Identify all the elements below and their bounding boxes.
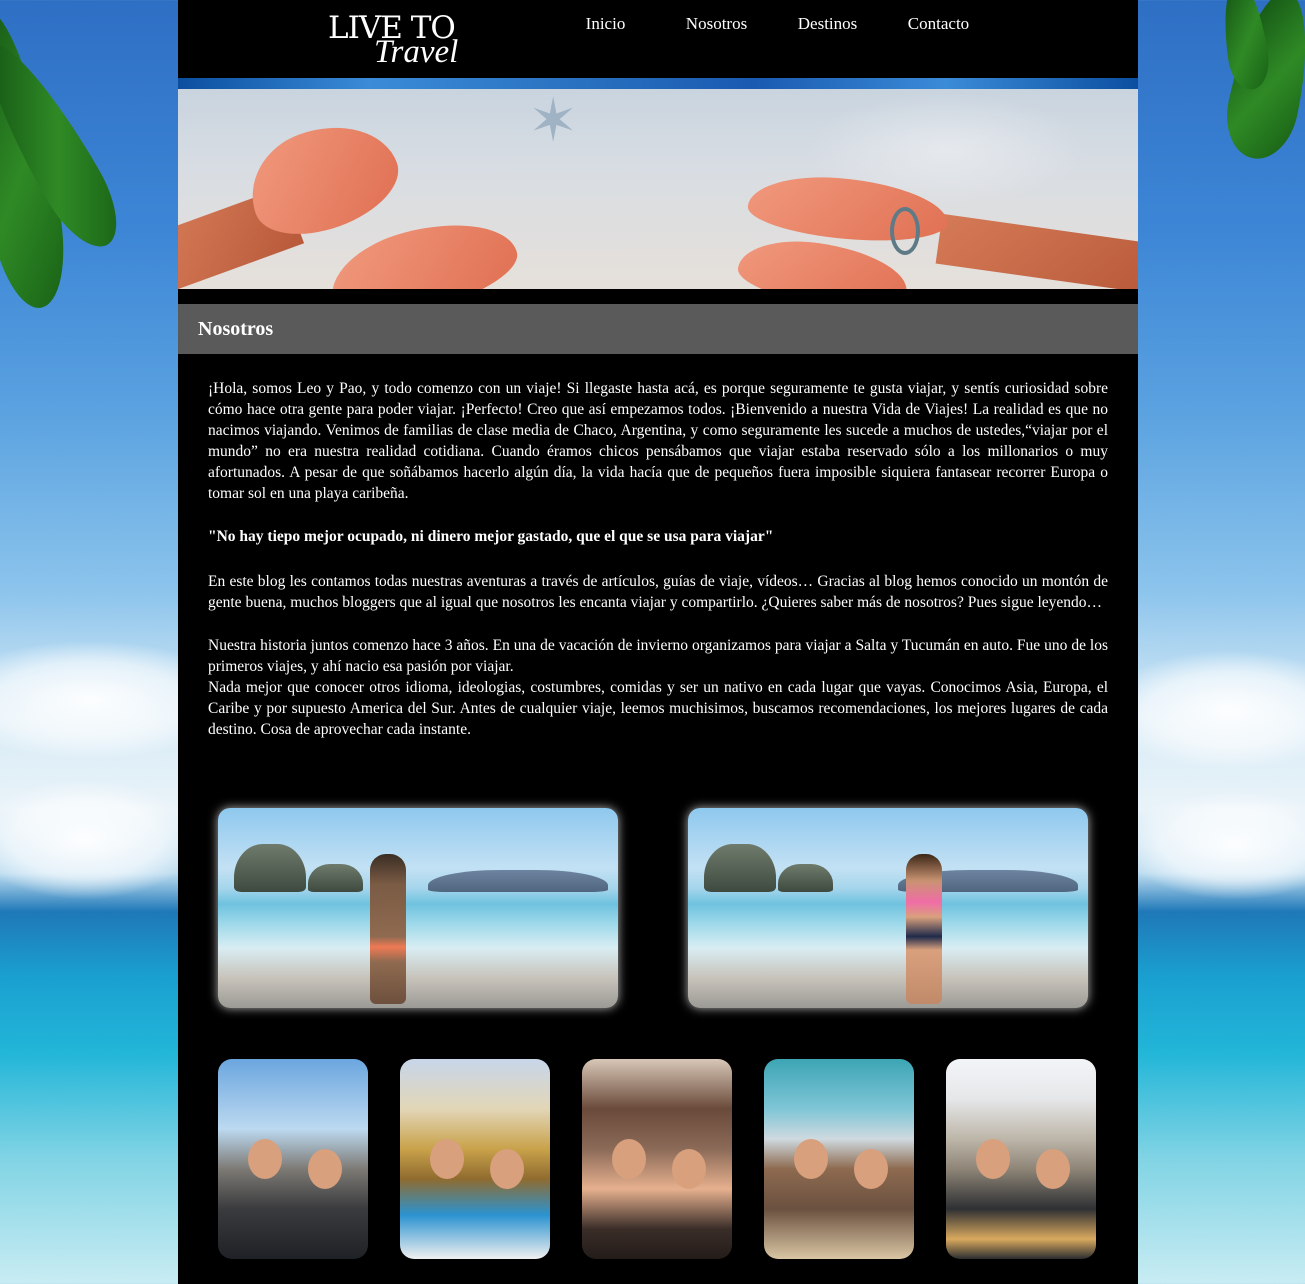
background-cloud xyxy=(0,780,200,900)
face-image-part xyxy=(672,1149,706,1189)
gallery-photo-temple[interactable] xyxy=(400,1059,550,1259)
bracelet-image-part xyxy=(890,207,920,255)
site-logo[interactable]: LIVE TO Travel xyxy=(328,10,478,70)
face-image-part xyxy=(854,1149,888,1189)
page-container: LIVE TO Travel Inicio Nosotros Destinos … xyxy=(178,0,1138,1284)
section-title: Nosotros xyxy=(198,317,274,340)
hero-top-strip xyxy=(178,78,1138,89)
about-content: ¡Hola, somos Leo y Pao, y todo comenzo c… xyxy=(178,354,1138,740)
island-image-part xyxy=(234,844,306,892)
hero-banner-image: ✶ xyxy=(178,89,1138,289)
face-image-part xyxy=(794,1139,828,1179)
face-image-part xyxy=(490,1149,524,1189)
section-title-bar: Nosotros xyxy=(178,304,1138,354)
starfish-icon: ✶ xyxy=(528,89,579,156)
nav-inicio[interactable]: Inicio xyxy=(550,12,661,36)
face-image-part xyxy=(430,1139,464,1179)
travel-quote: "No hay tiepo mejor ocupado, ni dinero m… xyxy=(208,528,774,545)
leg-image-part xyxy=(935,213,1138,289)
face-image-part xyxy=(248,1139,282,1179)
nav-destinos[interactable]: Destinos xyxy=(772,12,883,36)
island-image-part xyxy=(704,844,776,892)
gallery-photo-eiffel[interactable] xyxy=(582,1059,732,1259)
intro-paragraph: ¡Hola, somos Leo y Pao, y todo comenzo c… xyxy=(208,380,1108,502)
face-image-part xyxy=(308,1149,342,1189)
photo-gallery xyxy=(218,1059,1098,1259)
history-paragraph: Nuestra historia juntos comenzo hace 3 a… xyxy=(208,637,1108,675)
photo-pao-beach[interactable] xyxy=(688,808,1088,1008)
island-image-part xyxy=(308,864,363,892)
blog-paragraph: En este blog les contamos todas nuestras… xyxy=(208,573,1108,611)
featured-photos xyxy=(178,808,1138,1010)
person-image-part xyxy=(370,854,406,1004)
main-nav: Inicio Nosotros Destinos Contacto xyxy=(550,12,994,36)
logo-bottom-text: Travel xyxy=(374,34,459,70)
travel-paragraph: Nada mejor que conocer otros idioma, ide… xyxy=(208,679,1108,738)
face-image-part xyxy=(976,1139,1010,1179)
gallery-photo-tower[interactable] xyxy=(218,1059,368,1259)
foot-image-part xyxy=(734,232,912,289)
gallery-photo-beach-swing[interactable] xyxy=(764,1059,914,1259)
face-image-part xyxy=(1036,1149,1070,1189)
photo-leo-beach[interactable] xyxy=(218,808,618,1008)
island-image-part xyxy=(778,864,833,892)
gallery-photo-arc[interactable] xyxy=(946,1059,1096,1259)
nav-nosotros[interactable]: Nosotros xyxy=(661,12,772,36)
island-image-part xyxy=(428,870,608,892)
face-image-part xyxy=(612,1139,646,1179)
site-header: LIVE TO Travel Inicio Nosotros Destinos … xyxy=(178,0,1138,78)
nav-contacto[interactable]: Contacto xyxy=(883,12,994,36)
person-image-part xyxy=(906,854,942,1004)
background-cloud xyxy=(1120,790,1305,900)
